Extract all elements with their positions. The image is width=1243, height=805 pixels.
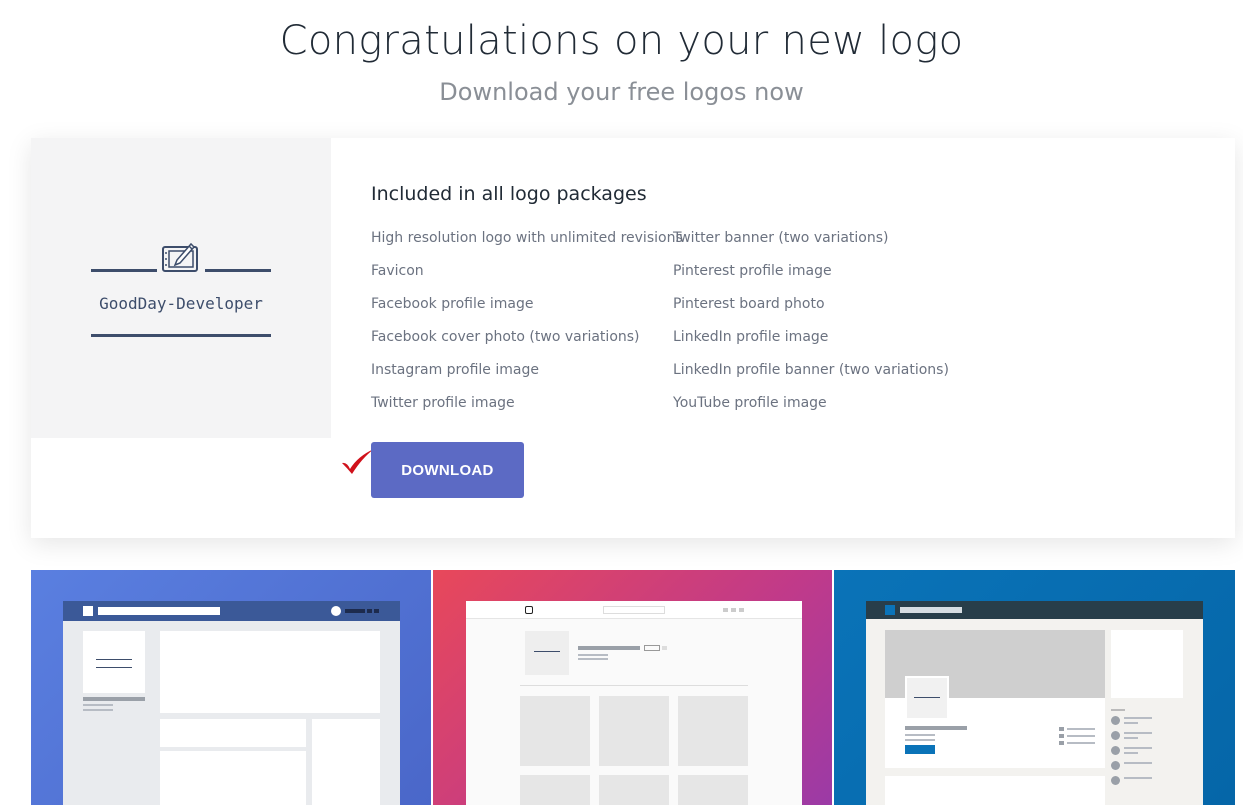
linkedin-stat-line: [1067, 728, 1095, 730]
linkedin-stat-line: [1067, 742, 1095, 744]
facebook-logo-rule: [96, 667, 132, 668]
linkedin-connection-line: [1124, 737, 1138, 739]
package-list-left: High resolution logo with unlimited revi…: [371, 230, 683, 428]
list-item: LinkedIn profile banner (two variations): [673, 362, 949, 378]
logo-rule-left: [91, 269, 157, 272]
linkedin-connection-line: [1124, 752, 1138, 754]
instagram-grid-photo: [678, 775, 748, 805]
facebook-name-line: [83, 697, 145, 701]
package-list-right: Twitter banner (two variations) Pinteres…: [673, 230, 949, 428]
facebook-profile-picture: [83, 631, 145, 693]
linkedin-side-heading: [1111, 709, 1125, 711]
linkedin-profile-picture: [905, 676, 949, 720]
page-title: Congratulations on your new logo: [279, 18, 964, 64]
list-item: Facebook profile image: [371, 296, 534, 312]
facebook-post-card: [160, 719, 306, 747]
facebook-side-card: [312, 719, 380, 805]
linkedin-stat-line: [1067, 735, 1095, 737]
list-item: Pinterest profile image: [673, 263, 832, 279]
linkedin-search-bar: [900, 607, 962, 613]
list-item: Facebook cover photo (two variations): [371, 329, 640, 345]
instagram-logo-rule: [534, 651, 560, 652]
instagram-name-line: [578, 646, 640, 650]
instagram-grid-photo: [678, 696, 748, 766]
facebook-search-bar: [98, 607, 220, 615]
linkedin-preview[interactable]: [834, 570, 1235, 805]
instagram-grid-photo: [520, 696, 590, 766]
list-item: Pinterest board photo: [673, 296, 825, 312]
linkedin-name-line: [905, 726, 967, 730]
list-item: Instagram profile image: [371, 362, 539, 378]
linkedin-follow-button: [905, 745, 935, 754]
page-subtitle: Download your free logos now: [439, 78, 804, 106]
instagram-text-line: [578, 654, 608, 656]
list-item: LinkedIn profile image: [673, 329, 829, 345]
linkedin-connection-line: [1124, 717, 1152, 719]
download-button[interactable]: DOWNLOAD: [371, 442, 524, 498]
instagram-divider: [520, 685, 748, 686]
package-title: Included in all logo packages: [371, 183, 647, 205]
instagram-follow-button: [644, 645, 660, 651]
linkedin-stat-icon: [1059, 734, 1064, 738]
instagram-grid-photo: [599, 696, 669, 766]
linkedin-side-card: [1111, 630, 1183, 698]
facebook-preview[interactable]: [31, 570, 431, 805]
instagram-options-icon: [662, 646, 667, 650]
linkedin-feed-card: [885, 776, 1105, 805]
linkedin-stat-icon: [1059, 741, 1064, 745]
linkedin-connection-avatar: [1111, 761, 1120, 770]
instagram-search-bar: [603, 606, 665, 614]
instagram-preview[interactable]: [433, 570, 832, 805]
linkedin-connection-line: [1124, 722, 1138, 724]
facebook-cover-photo: [160, 631, 380, 713]
linkedin-stat-icon: [1059, 727, 1064, 731]
social-previews: [31, 570, 1235, 805]
linkedin-connection-line: [1124, 762, 1152, 764]
logo-preview: GoodDay-Developer: [31, 138, 331, 438]
linkedin-connection-avatar: [1111, 746, 1120, 755]
instagram-grid-photo: [520, 775, 590, 805]
logo-rule-bottom: [91, 334, 271, 337]
list-item: Twitter banner (two variations): [673, 230, 889, 246]
logo-brand-text: GoodDay-Developer: [99, 294, 263, 313]
list-item: YouTube profile image: [673, 395, 827, 411]
linkedin-mockup-frame: [866, 601, 1203, 805]
instagram-mockup-frame: [466, 601, 802, 805]
facebook-logo-rule: [96, 659, 132, 660]
instagram-text-line: [578, 658, 608, 660]
instagram-logo-icon: [525, 606, 533, 614]
linkedin-text-line: [905, 734, 935, 736]
instagram-grid-photo: [599, 775, 669, 805]
list-item: Twitter profile image: [371, 395, 515, 411]
facebook-post-card: [160, 751, 306, 805]
linkedin-connection-line: [1124, 747, 1152, 749]
facebook-logo-icon: [83, 606, 93, 616]
linkedin-logo-icon: [885, 605, 895, 615]
linkedin-connection-line: [1124, 732, 1152, 734]
linkedin-connection-line: [1124, 777, 1152, 779]
facebook-nav-item: [367, 609, 372, 613]
list-item: High resolution logo with unlimited revi…: [371, 230, 683, 246]
list-item: Favicon: [371, 263, 424, 279]
facebook-avatar-icon: [331, 606, 341, 616]
facebook-nav-item: [345, 609, 365, 613]
facebook-text-line: [83, 704, 113, 706]
linkedin-connection-avatar: [1111, 776, 1120, 785]
logo-rule-right: [205, 269, 271, 272]
linkedin-logo-rule: [914, 697, 940, 698]
drawing-tablet-pen-icon: [162, 242, 198, 272]
facebook-mockup-frame: [63, 601, 400, 805]
facebook-text-line: [83, 709, 113, 711]
instagram-profile-picture: [525, 631, 569, 675]
linkedin-connection-avatar: [1111, 716, 1120, 725]
instagram-nav-icon: [739, 608, 744, 612]
instagram-nav-icon: [723, 608, 728, 612]
linkedin-text-line: [905, 739, 935, 741]
logo-package-card: GoodDay-Developer Included in all logo p…: [31, 138, 1235, 538]
instagram-nav-icon: [731, 608, 736, 612]
linkedin-connection-avatar: [1111, 731, 1120, 740]
facebook-nav-item: [374, 609, 379, 613]
